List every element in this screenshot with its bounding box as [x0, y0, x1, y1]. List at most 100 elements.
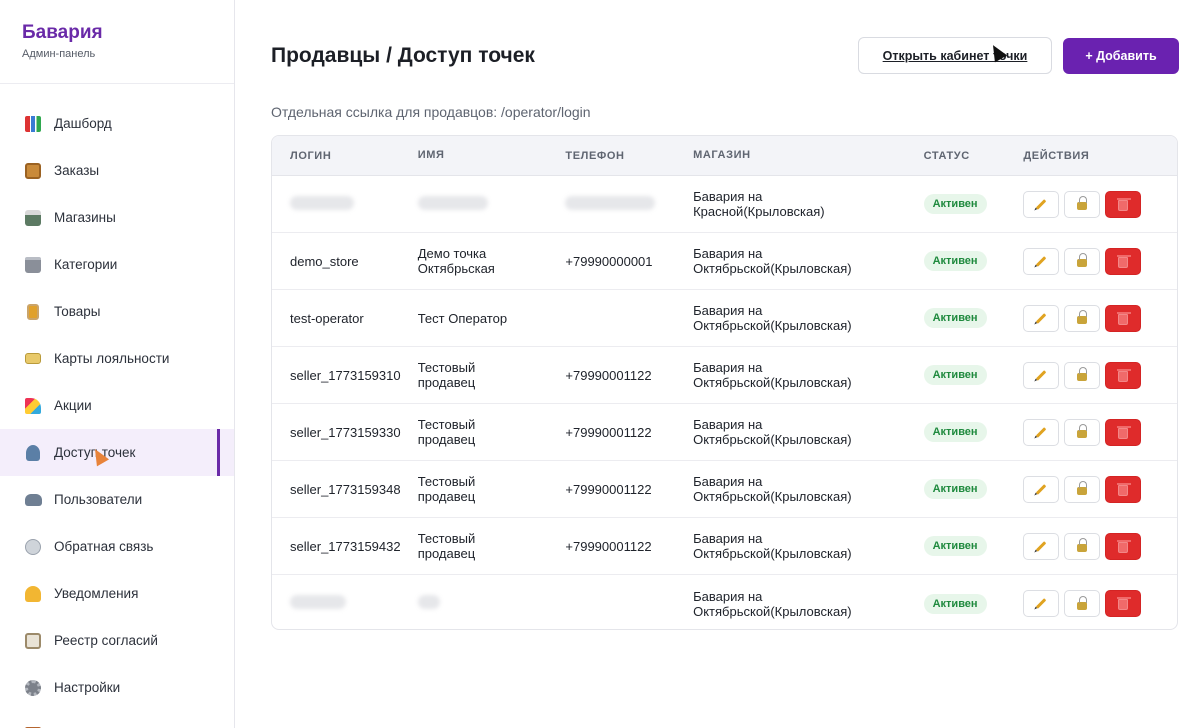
store-line-1: Бавария на: [693, 417, 763, 432]
access-button[interactable]: [1064, 190, 1101, 218]
name-cell: Тест Оператор: [418, 311, 566, 326]
store-cell: Бавария на Октябрьской(Крыловская): [693, 360, 923, 390]
folder-icon: [24, 256, 42, 274]
trash-icon: [1117, 425, 1132, 439]
speech-bubble-icon: [24, 538, 42, 556]
table-row: test-operator Тест Оператор Бавария на Ок…: [272, 290, 1177, 347]
sidebar-item-dashboard[interactable]: Дашборд: [0, 100, 234, 147]
party-icon: [24, 397, 42, 415]
access-button[interactable]: [1064, 247, 1101, 275]
access-button[interactable]: [1064, 418, 1101, 446]
name-line-1: Тестовый: [417, 474, 476, 489]
name-cell: Тестовый продавец: [418, 474, 566, 504]
sidebar-item-logout[interactable]: [0, 711, 234, 728]
edit-button[interactable]: [1023, 475, 1060, 503]
sidebar-item-label: Дашборд: [54, 116, 112, 131]
sidebar-item-loyalty-cards[interactable]: Карты лояльности: [0, 335, 234, 382]
redacted-name: [417, 595, 440, 609]
redacted-name: [417, 195, 488, 210]
delete-button[interactable]: [1105, 475, 1142, 503]
column-header-phone[interactable]: Телефон: [565, 150, 693, 162]
store-line-1: Бавария на: [693, 246, 763, 261]
sidebar-item-users[interactable]: Пользователи: [0, 476, 234, 523]
sidebar-item-products[interactable]: Товары: [0, 288, 234, 335]
status-cell: Активен: [923, 365, 1024, 385]
column-header-status[interactable]: Статус: [924, 150, 1024, 162]
trash-icon: [1117, 539, 1132, 553]
sidebar-item-categories[interactable]: Категории: [0, 241, 234, 288]
login-cell: test-operator: [290, 310, 364, 326]
trash-icon: [1117, 482, 1132, 496]
access-button[interactable]: [1064, 361, 1101, 389]
brand-block: Бавария Админ-панель: [0, 0, 234, 84]
store-line-2: Октябрьской(Крыловская): [693, 318, 852, 333]
pencil-icon: [1036, 598, 1047, 609]
table-row: seller_1773159348 Тестовый продавец +7999…: [272, 461, 1177, 518]
store-line-2: Октябрьской(Крыловская): [693, 603, 852, 619]
sidebar-item-notifications[interactable]: Уведомления: [0, 570, 234, 617]
status-cell: Активен: [923, 536, 1024, 556]
sidebar-item-feedback[interactable]: Обратная связь: [0, 523, 234, 570]
pencil-icon: [1036, 540, 1047, 552]
edit-button[interactable]: [1023, 532, 1060, 560]
beer-icon: [24, 303, 42, 321]
delete-button[interactable]: [1105, 532, 1142, 560]
sidebar-item-promotions[interactable]: Акции: [0, 382, 234, 429]
trash-icon: [1117, 254, 1132, 268]
sidebar-item-orders[interactable]: Заказы: [0, 147, 234, 194]
delete-button[interactable]: [1105, 190, 1142, 218]
delete-button[interactable]: [1105, 590, 1142, 617]
edit-button[interactable]: [1023, 190, 1060, 218]
store-cell: Бавария на Октябрьской(Крыловская): [693, 589, 923, 619]
users-icon: [24, 491, 42, 509]
status-cell: Активен: [923, 422, 1024, 442]
column-header-store[interactable]: Магазин: [693, 148, 923, 163]
open-cabinet-button[interactable]: Открыть кабинет точки: [858, 37, 1052, 74]
column-header-login[interactable]: Логин: [272, 150, 418, 162]
name-line-1: Тестовый: [417, 360, 476, 375]
access-button[interactable]: [1064, 475, 1101, 503]
add-button[interactable]: + Добавить: [1063, 38, 1179, 74]
phone-cell: +79990001122: [565, 424, 652, 440]
actions-cell: [1023, 247, 1177, 275]
edit-button[interactable]: [1023, 304, 1060, 332]
store-line-2: Октябрьской(Крыловская): [693, 432, 852, 447]
sidebar-item-point-access[interactable]: Доступ точек: [0, 429, 234, 476]
delete-button[interactable]: [1105, 418, 1142, 446]
delete-button[interactable]: [1105, 304, 1142, 332]
access-button[interactable]: [1064, 304, 1101, 332]
delete-button[interactable]: [1105, 361, 1142, 389]
sidebar-item-settings[interactable]: Настройки: [0, 664, 234, 711]
name-cell: Тестовый продавец: [418, 417, 566, 447]
pencil-icon: [1036, 369, 1047, 381]
sidebar-item-consent-registry[interactable]: Реестр согласий: [0, 617, 234, 664]
status-badge: Активен: [923, 422, 987, 442]
phone-cell: +79990000001: [565, 253, 653, 269]
status-cell: Активен: [923, 479, 1024, 499]
store-line-1: Бавария на: [693, 588, 763, 604]
sidebar-item-label: Уведомления: [54, 586, 139, 601]
edit-button[interactable]: [1023, 590, 1060, 617]
name-line-2: продавец: [417, 432, 476, 447]
name-line-2: Октябрьская: [417, 261, 495, 276]
status-badge: Активен: [923, 536, 987, 556]
sidebar-item-label: Акции: [54, 398, 92, 413]
edit-button[interactable]: [1023, 361, 1060, 389]
name-cell: Демо точка Октябрьская: [418, 246, 566, 276]
delete-button[interactable]: [1105, 247, 1142, 275]
status-badge: Активен: [923, 308, 987, 328]
status-badge: Активен: [923, 365, 987, 385]
edit-button[interactable]: [1023, 247, 1060, 275]
pencil-icon: [1036, 483, 1047, 495]
pencil-icon: [1036, 255, 1047, 267]
access-button[interactable]: [1064, 590, 1101, 617]
status-badge: Активен: [923, 251, 987, 271]
edit-button[interactable]: [1023, 418, 1060, 446]
name-line-2: продавец: [417, 375, 476, 390]
access-button[interactable]: [1064, 532, 1101, 560]
store-line-2: Красной(Крыловская): [693, 204, 825, 219]
lock-icon: [1077, 367, 1088, 381]
sidebar-item-label: Настройки: [54, 680, 121, 695]
sidebar-item-stores[interactable]: Магазины: [0, 194, 234, 241]
column-header-name[interactable]: Имя: [418, 148, 566, 163]
